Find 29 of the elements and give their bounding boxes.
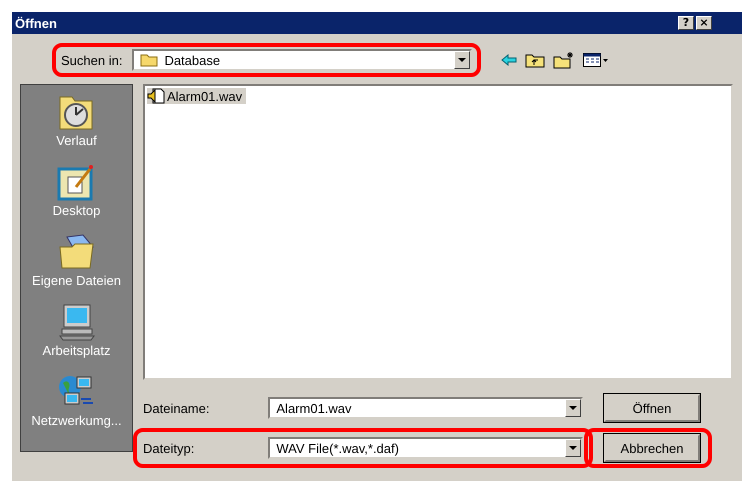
places-item[interactable]: Verlauf	[54, 91, 99, 157]
close-button[interactable]: ×	[696, 16, 712, 30]
view-menu-icon[interactable]	[583, 53, 610, 67]
look-in-label: Suchen in:	[61, 52, 122, 68]
places-item[interactable]: Desktop	[50, 161, 102, 227]
back-arrow-icon[interactable]	[501, 54, 518, 66]
folder-name: Database	[164, 52, 220, 68]
input-field[interactable]: Alarm01.wav	[268, 397, 583, 419]
input-field[interactable]: WAV File(*.wav,*.daf)	[268, 437, 583, 459]
dropdown-arrow-icon	[569, 446, 577, 450]
field-label: Dateityp:	[143, 440, 196, 456]
places-item[interactable]: Netzwerkumg...	[29, 371, 124, 437]
computer-icon	[56, 303, 96, 341]
sound-file-icon	[147, 88, 165, 104]
field-label: Dateiname:	[143, 400, 210, 416]
new-folder-icon[interactable]	[553, 51, 576, 69]
dropdown-arrow-icon	[458, 58, 466, 62]
places-item[interactable]: Arbeitsplatz	[40, 301, 112, 367]
folder-up-icon[interactable]	[525, 52, 546, 68]
folder-icon	[140, 53, 158, 67]
help-button[interactable]: ?	[678, 16, 694, 30]
places-item[interactable]: Eigene Dateien	[30, 231, 123, 297]
dropdown-arrow-icon	[569, 406, 577, 410]
file-item[interactable]: Alarm01.wav	[147, 88, 246, 104]
cancel-button[interactable]: Abbrechen	[604, 434, 700, 462]
open-button[interactable]: Öffnen	[604, 394, 700, 422]
look-in-dropdown[interactable]: Database	[132, 49, 472, 71]
folder-documents-icon	[56, 233, 96, 271]
window-title: Öffnen	[15, 16, 57, 30]
